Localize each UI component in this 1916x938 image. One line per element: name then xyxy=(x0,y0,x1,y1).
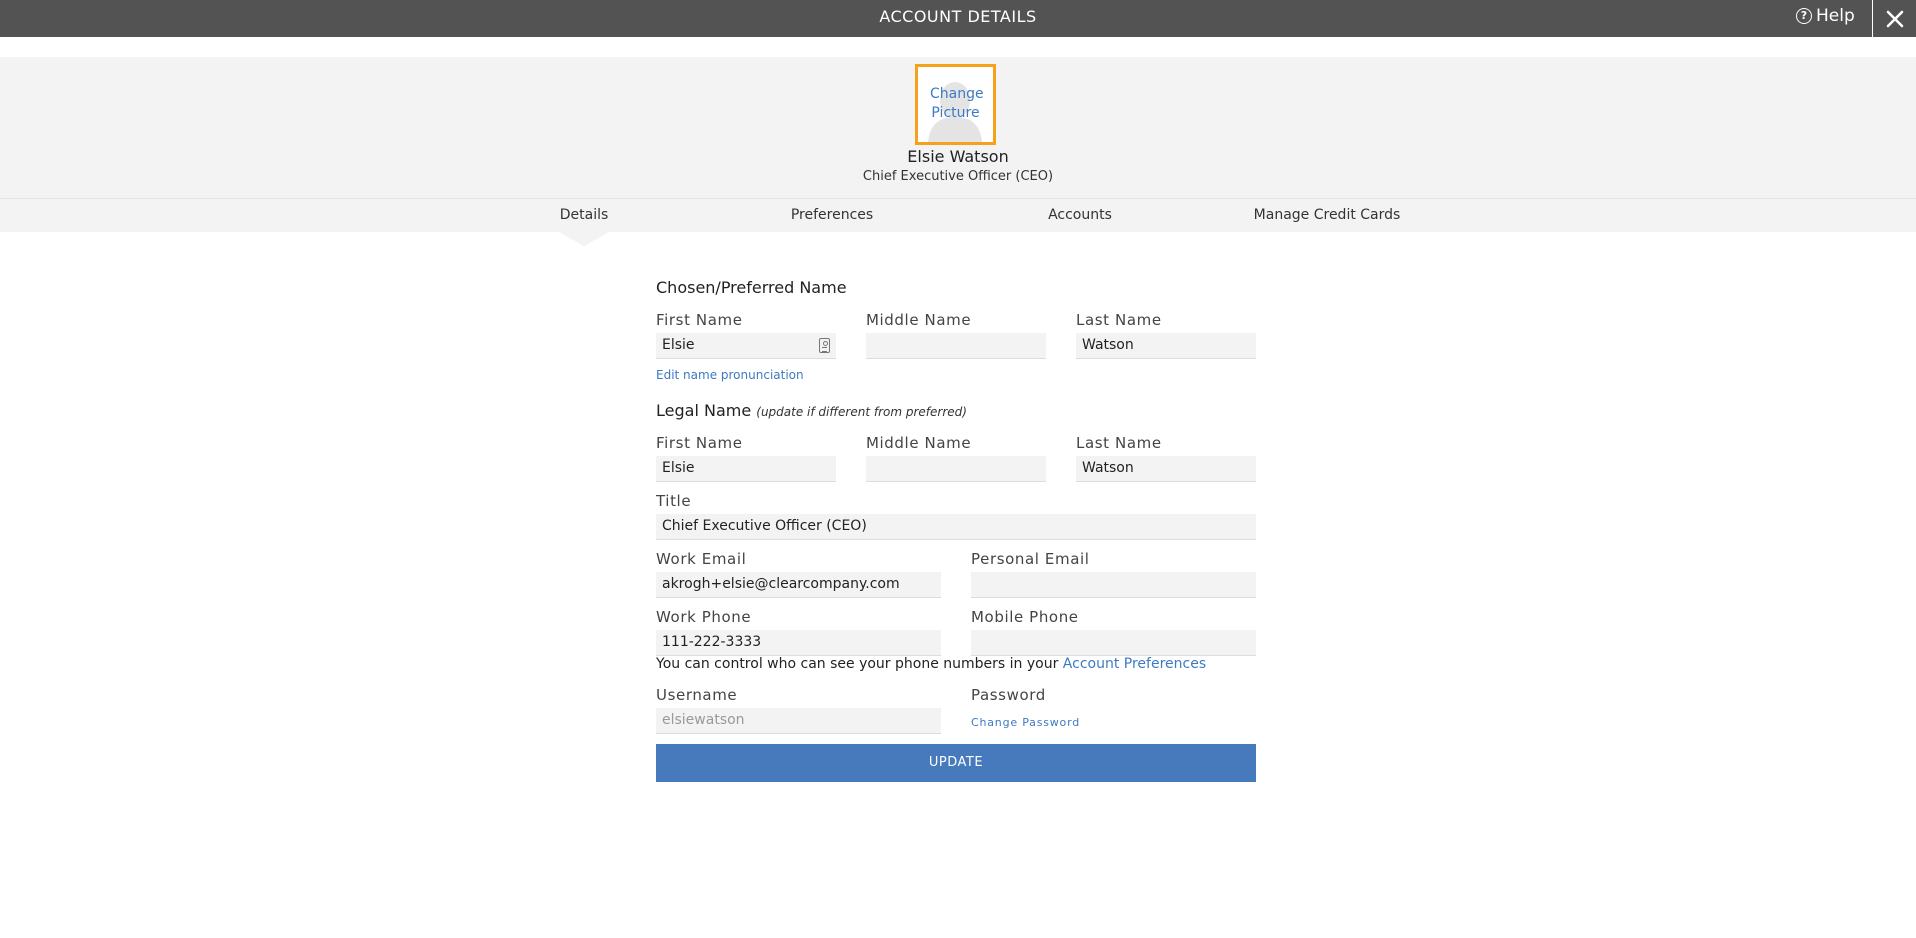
preferred-last-name-label: Last Name xyxy=(1076,311,1162,329)
tab-details[interactable]: Details xyxy=(560,207,609,223)
update-button[interactable]: UPDATE xyxy=(656,744,1256,782)
help-button[interactable]: ? Help xyxy=(1796,6,1855,26)
legal-name-heading: Legal Name (update if different from pre… xyxy=(656,401,967,420)
username-label: Username xyxy=(656,686,738,704)
window-title: ACCOUNT DETAILS xyxy=(879,7,1037,26)
tab-accounts[interactable]: Accounts xyxy=(1048,207,1112,223)
change-picture-label: Change Picture xyxy=(930,86,984,121)
phone-visibility-message: You can control who can see your phone n… xyxy=(656,656,1059,672)
edit-name-pronunciation-link[interactable]: Edit name pronunciation xyxy=(656,368,804,382)
question-circle-icon: ? xyxy=(1796,8,1812,24)
preferred-last-name-input[interactable]: Watson xyxy=(1076,333,1256,359)
help-label: Help xyxy=(1816,6,1855,26)
username-field: elsiewatson xyxy=(656,708,941,734)
change-password-link[interactable]: Change Password xyxy=(971,716,1080,729)
tab-bar: Details Preferences Accounts Manage Cred… xyxy=(0,198,1916,232)
profile-job-title: Chief Executive Officer (CEO) xyxy=(862,169,1054,184)
tab-manage-credit-cards[interactable]: Manage Credit Cards xyxy=(1254,207,1401,223)
legal-first-name-input[interactable]: Elsie xyxy=(656,456,836,482)
phone-visibility-text: You can control who can see your phone n… xyxy=(656,656,1206,672)
legal-middle-name-input[interactable] xyxy=(866,456,1046,482)
tab-preferences[interactable]: Preferences xyxy=(791,207,873,223)
contact-card-icon[interactable] xyxy=(819,338,830,353)
personal-email-input[interactable] xyxy=(971,572,1256,598)
close-icon xyxy=(1886,10,1903,27)
close-button[interactable] xyxy=(1872,0,1916,37)
profile-name: Elsie Watson xyxy=(907,147,1009,166)
preferred-first-name-input[interactable]: Elsie xyxy=(656,333,836,359)
legal-last-name-label: Last Name xyxy=(1076,434,1162,452)
work-phone-label: Work Phone xyxy=(656,608,752,626)
account-preferences-link[interactable]: Account Preferences xyxy=(1063,656,1206,672)
work-email-label: Work Email xyxy=(656,550,747,568)
legal-middle-name-label: Middle Name xyxy=(866,434,972,452)
preferred-name-heading: Chosen/Preferred Name xyxy=(656,278,847,297)
legal-name-heading-text: Legal Name xyxy=(656,401,752,420)
password-label: Password xyxy=(971,686,1046,704)
legal-last-name-input[interactable]: Watson xyxy=(1076,456,1256,482)
preferred-middle-name-label: Middle Name xyxy=(866,311,972,329)
change-picture-button[interactable]: Change Picture xyxy=(915,64,996,145)
legal-name-note: (update if different from preferred) xyxy=(756,405,967,419)
preferred-first-name-label: First Name xyxy=(656,311,743,329)
mobile-phone-input[interactable] xyxy=(971,630,1256,656)
personal-email-label: Personal Email xyxy=(971,550,1090,568)
work-email-input[interactable]: akrogh+elsie@clearcompany.com xyxy=(656,572,941,598)
mobile-phone-label: Mobile Phone xyxy=(971,608,1079,626)
title-label: Title xyxy=(656,492,692,510)
preferred-middle-name-input[interactable] xyxy=(866,333,1046,359)
top-bar: ACCOUNT DETAILS ? Help xyxy=(0,0,1916,37)
title-input[interactable]: Chief Executive Officer (CEO) xyxy=(656,514,1256,540)
profile-header: Change Picture Elsie Watson Chief Execut… xyxy=(0,57,1916,198)
preferred-first-name-value: Elsie xyxy=(662,337,695,353)
work-phone-input[interactable]: 111-222-3333 xyxy=(656,630,941,656)
legal-first-name-label: First Name xyxy=(656,434,743,452)
active-tab-indicator xyxy=(559,232,609,246)
